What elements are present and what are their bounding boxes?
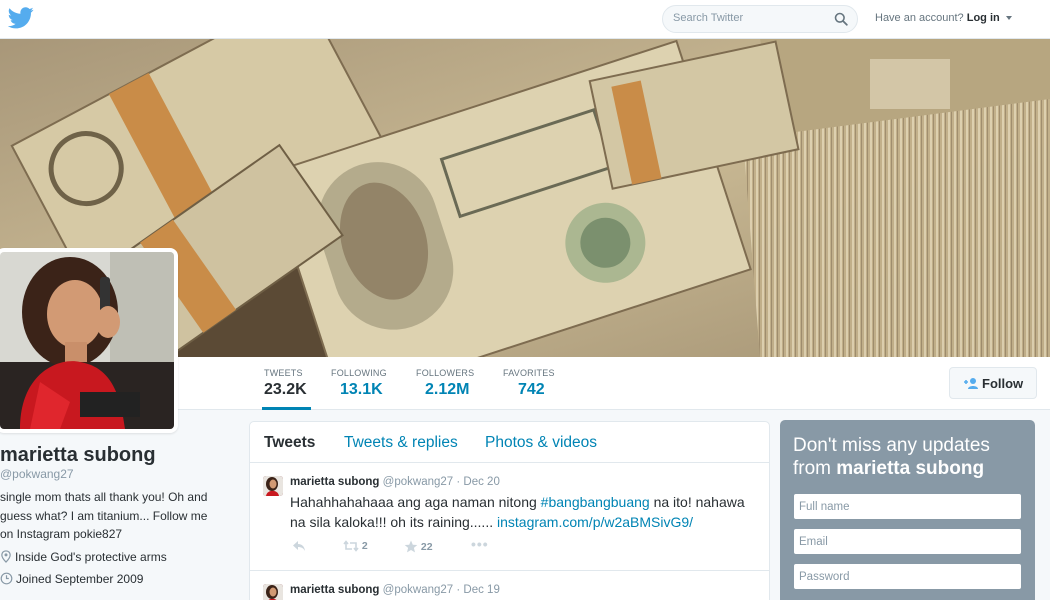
- email-field[interactable]: [793, 528, 1022, 555]
- top-navigation-bar: Have an account? Log in: [0, 0, 1050, 39]
- stat-following[interactable]: FOLLOWING 13.1K: [329, 357, 391, 410]
- stat-followers-label: FOLLOWERS: [416, 368, 475, 378]
- location-text: Inside God's protective arms: [15, 550, 167, 564]
- tab-tweets-replies[interactable]: Tweets & replies: [344, 434, 458, 452]
- retweet-icon: [343, 540, 359, 552]
- avatar-photo: [0, 252, 174, 429]
- stat-followers[interactable]: FOLLOWERS 2.12M: [414, 357, 478, 410]
- tweet-date[interactable]: · Dec 19: [456, 584, 499, 596]
- add-user-icon: [964, 377, 978, 389]
- stat-following-value: 13.1K: [340, 381, 383, 398]
- stat-favorites-label: FAVORITES: [503, 368, 555, 378]
- profile-location: Inside God's protective arms: [0, 550, 167, 564]
- tweet-author-name[interactable]: marietta subong: [290, 476, 379, 488]
- profile-name[interactable]: marietta subong: [0, 444, 156, 467]
- profile-avatar[interactable]: [0, 248, 178, 433]
- stat-tweets-label: TWEETS: [264, 368, 303, 378]
- joined-text: Joined September 2009: [16, 572, 144, 586]
- bio-line: on Instagram pokie827: [0, 527, 123, 541]
- tweet-item[interactable]: marietta subong @pokwang27 · Dec 20 Haha…: [250, 464, 769, 571]
- retweet-button[interactable]: 2: [343, 540, 368, 552]
- bio-line: single mom thats all thank you! Oh and: [0, 490, 208, 504]
- location-pin-icon: [1, 550, 11, 563]
- bio-line: guess what? I am titanium... Follow me: [0, 508, 208, 523]
- favorite-count: 22: [420, 541, 433, 553]
- reply-button[interactable]: [292, 540, 306, 552]
- stat-following-label: FOLLOWING: [331, 368, 387, 378]
- search-icon[interactable]: [834, 12, 848, 26]
- tweet-author-name[interactable]: marietta subong: [290, 584, 379, 596]
- profile-bio: single mom thats all thank you! Oh and g…: [0, 488, 222, 544]
- tweet-date[interactable]: · Dec 20: [456, 476, 499, 488]
- tweet-header: marietta subong @pokwang27 · Dec 20: [290, 476, 500, 488]
- favorite-button[interactable]: 22: [404, 540, 433, 553]
- calendar-icon: [0, 572, 13, 585]
- account-login-prompt: Have an account? Log in: [875, 12, 1012, 24]
- tweet-text-part: na sila kaloka!!! oh its raining......: [290, 514, 497, 530]
- login-link[interactable]: Log in: [967, 12, 1000, 24]
- chevron-down-icon[interactable]: [1005, 16, 1012, 21]
- profile-joined: Joined September 2009: [0, 572, 143, 586]
- twitter-bird-icon[interactable]: [8, 7, 34, 29]
- tweet-author-handle[interactable]: @pokwang27: [383, 584, 454, 596]
- tab-photos-videos[interactable]: Photos & videos: [485, 434, 597, 452]
- star-icon: [404, 540, 418, 553]
- profile-handle[interactable]: @pokwang27: [0, 467, 74, 481]
- tweet-hashtag-link[interactable]: #bangbangbuang: [541, 494, 650, 510]
- tweet-author-avatar[interactable]: [263, 476, 283, 496]
- stat-favorites-value: 742: [518, 381, 545, 398]
- stat-followers-value: 2.12M: [425, 381, 470, 398]
- tweet-item[interactable]: marietta subong @pokwang27 · Dec 19: [250, 572, 769, 600]
- avatar-photo: [263, 476, 283, 496]
- tweet-url-link[interactable]: instagram.com/p/w2aBMSivG9/: [497, 514, 693, 530]
- stat-favorites[interactable]: FAVORITES 742: [501, 357, 559, 410]
- follow-button-label: Follow: [982, 375, 1024, 391]
- retweet-count: 2: [361, 540, 368, 552]
- password-field[interactable]: [793, 563, 1022, 590]
- signup-panel: Don't miss any updates from marietta sub…: [780, 420, 1035, 600]
- tweet-author-avatar[interactable]: [263, 584, 283, 600]
- signup-title-name: marietta subong: [836, 458, 985, 479]
- search-input[interactable]: [673, 12, 823, 24]
- stat-tweets[interactable]: TWEETS 23.2K: [262, 357, 311, 410]
- follow-button[interactable]: Follow: [949, 367, 1037, 399]
- reply-icon: [293, 541, 305, 551]
- search-box: [662, 5, 858, 33]
- timeline-tabs: Tweets Tweets & replies Photos & videos: [250, 422, 769, 463]
- tweet-text-part: Hahahhahahaaa ang aga naman nitong: [290, 494, 541, 510]
- avatar-photo: [263, 584, 283, 600]
- account-prompt-text: Have an account?: [875, 12, 964, 24]
- signup-title: Don't miss any updates from marietta sub…: [793, 434, 1028, 480]
- tweet-header: marietta subong @pokwang27 · Dec 19: [290, 584, 500, 596]
- stat-tweets-value: 23.2K: [264, 381, 307, 398]
- tab-tweets[interactable]: Tweets: [264, 434, 315, 452]
- full-name-field[interactable]: [793, 493, 1022, 520]
- tweet-timeline: Tweets Tweets & replies Photos & videos …: [249, 421, 770, 600]
- tweet-text-part: na ito! nahawa: [649, 494, 745, 510]
- tweet-text: Hahahhahahaaa ang aga naman nitong #bang…: [290, 492, 760, 532]
- more-options-icon[interactable]: •••: [471, 536, 489, 552]
- tweet-author-handle[interactable]: @pokwang27: [383, 476, 454, 488]
